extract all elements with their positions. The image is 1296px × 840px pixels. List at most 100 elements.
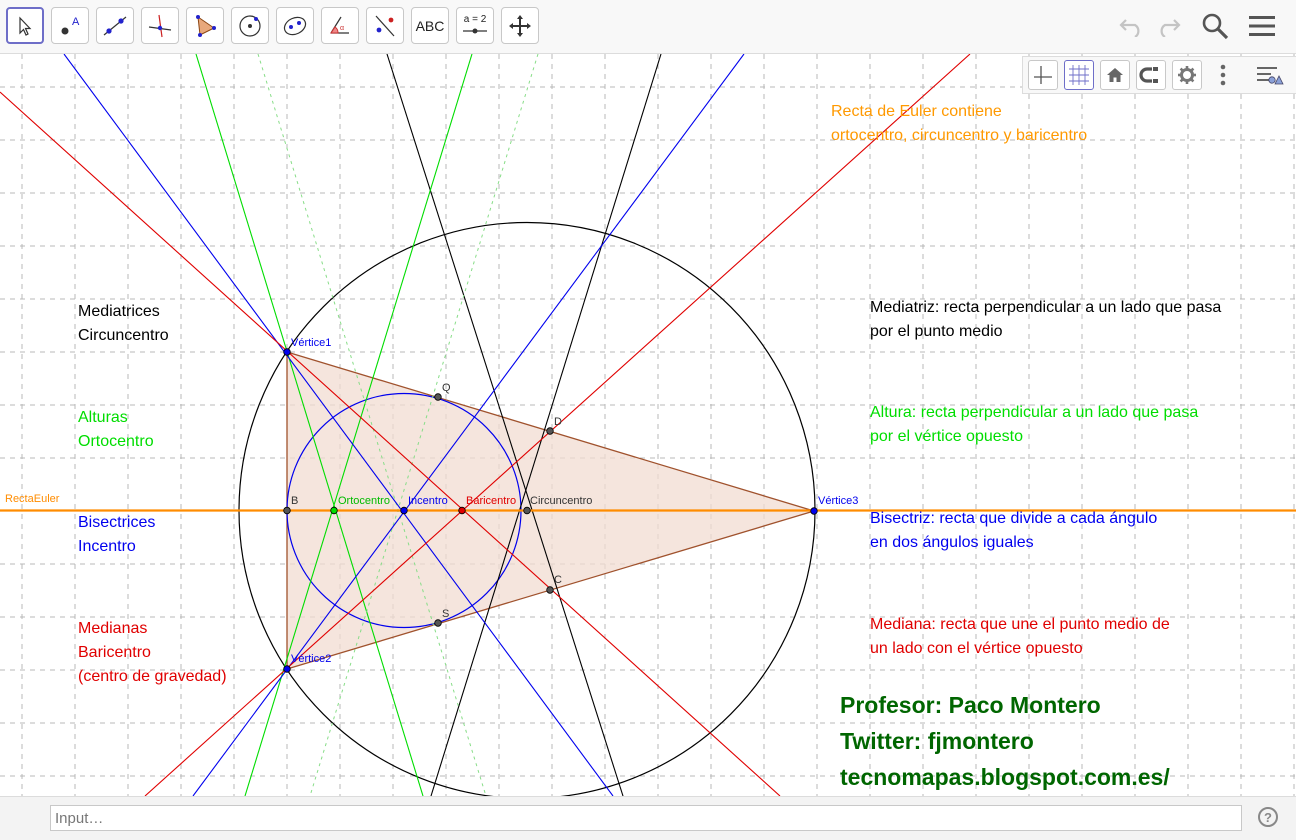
euler-note-line1: Recta de Euler contiene	[831, 103, 1002, 120]
label-b: B	[291, 495, 298, 507]
label-circuncentro: Circuncentro	[530, 495, 592, 507]
main-menu-button[interactable]	[1244, 9, 1280, 43]
point-vertice1	[283, 348, 291, 356]
home-icon	[1107, 68, 1123, 82]
polygon-tool-button[interactable]	[186, 7, 224, 44]
axes-icon	[1034, 66, 1052, 84]
toolbar: A α ABC a = 2	[0, 0, 1296, 54]
settings-button[interactable]	[1172, 60, 1202, 90]
label-q: Q	[442, 382, 451, 394]
input-bar: ?	[0, 796, 1296, 840]
mediatrices-title: Mediatrices	[78, 303, 160, 320]
bisectrices-title: Bisectrices	[78, 514, 156, 531]
incentro-title: Incentro	[78, 538, 136, 555]
mediatriz-definition-line2: por el punto medio	[870, 323, 1003, 340]
point-vertice3	[810, 507, 818, 515]
credit-professor: Profesor: Paco Montero	[840, 692, 1101, 718]
perpendicular-line-icon	[148, 14, 172, 37]
gear-icon	[1178, 66, 1196, 84]
point-circuncentro	[523, 506, 531, 515]
ellipse-tool-button[interactable]	[276, 7, 314, 44]
undo-button[interactable]	[1114, 9, 1150, 43]
point-ortocentro	[330, 506, 338, 515]
angle-tool-button[interactable]: α	[321, 7, 359, 44]
undo-icon	[1119, 19, 1140, 37]
altura-definition-line2: por el vértice opuesto	[870, 428, 1023, 445]
centro-gravedad-title: (centro de gravedad)	[78, 668, 227, 685]
point-d	[546, 427, 554, 435]
slider-tool-button[interactable]: a = 2	[456, 7, 494, 44]
graphics-view[interactable]: Vértice1 Vértice2 Vértice3 B D C Q S Ort…	[0, 54, 1296, 796]
hamburger-menu-icon	[1249, 16, 1275, 36]
credit-blog: tecnomapas.blogspot.com.es/	[840, 764, 1170, 790]
point-b	[283, 506, 291, 515]
search-button[interactable]	[1197, 9, 1233, 43]
graphics-style-bar	[1022, 56, 1296, 94]
line-icon	[103, 16, 127, 35]
point-capturing-button[interactable]	[1136, 60, 1166, 90]
label-vertice1: Vértice1	[291, 337, 331, 349]
euler-note-line2: ortocentro, circuncentro y baricentro	[831, 127, 1088, 144]
reflect-tool-button[interactable]	[366, 7, 404, 44]
magnet-icon	[1139, 67, 1158, 83]
move-arrows-icon	[509, 14, 531, 37]
help-button[interactable]: ?	[1258, 807, 1278, 827]
circle-tool-button[interactable]	[231, 7, 269, 44]
circle-icon	[239, 14, 261, 37]
point-icon: A	[61, 16, 80, 34]
label-vertice3: Vértice3	[818, 495, 858, 507]
algebra-input[interactable]	[50, 805, 1242, 831]
line-tool-button[interactable]	[96, 7, 134, 44]
bisectriz-definition-line2: en dos ángulos iguales	[870, 534, 1034, 551]
slider-tool-label: a = 2	[463, 14, 487, 25]
label-baricentro: Baricentro	[466, 495, 516, 507]
text-tool-label: ABC	[415, 17, 445, 34]
redo-button[interactable]	[1150, 9, 1186, 43]
bisectriz-definition-line1: Bisectriz: recta que divide a cada ángul…	[870, 510, 1158, 527]
baricentro-title: Baricentro	[78, 644, 151, 661]
credit-twitter: Twitter: fjmontero	[840, 728, 1034, 754]
altura-definition-line1: Altura: recta perpendicular a un lado qu…	[870, 404, 1199, 421]
polygon-icon	[196, 14, 216, 37]
style-bar-toggle-icon	[1257, 67, 1284, 85]
point-incentro	[400, 506, 408, 515]
mediatriz-definition-line1: Mediatriz: recta perpendicular a un lado…	[870, 299, 1222, 316]
redo-icon	[1160, 19, 1181, 37]
help-icon: ?	[1264, 809, 1272, 825]
label-vertice2: Vértice2	[291, 653, 331, 665]
ellipse-icon	[283, 16, 307, 35]
point-q	[434, 393, 442, 401]
label-recta-euler: RectaEuler	[5, 493, 60, 505]
more-options-button[interactable]	[1208, 60, 1238, 90]
text-tool-button[interactable]: ABC	[411, 7, 449, 44]
point-baricentro	[458, 506, 466, 515]
search-icon	[1202, 13, 1229, 40]
grid-icon	[1069, 65, 1089, 85]
label-ortocentro: Ortocentro	[338, 495, 390, 507]
point-c	[546, 586, 554, 594]
angle-icon: α	[330, 16, 349, 34]
circuncentro-title: Circuncentro	[78, 327, 169, 344]
show-grid-button[interactable]	[1064, 60, 1094, 90]
point-s	[434, 619, 442, 627]
vertical-dots-icon	[1220, 64, 1226, 86]
alturas-title: Alturas	[78, 409, 128, 426]
show-axes-button[interactable]	[1028, 60, 1058, 90]
point-vertice2	[283, 665, 291, 673]
mediana-definition-line1: Mediana: recta que une el punto medio de	[870, 616, 1170, 633]
toggle-style-bar-button[interactable]	[1255, 60, 1285, 90]
svg-text:A: A	[72, 16, 80, 28]
perpendicular-line-tool-button[interactable]	[141, 7, 179, 44]
label-c: C	[554, 574, 562, 586]
point-tool-button[interactable]: A	[51, 7, 89, 44]
label-incentro: Incentro	[408, 495, 448, 507]
arrow-cursor-icon	[19, 16, 32, 36]
move-graphics-tool-button[interactable]	[501, 7, 539, 44]
ortocentro-title: Ortocentro	[78, 433, 154, 450]
label-s: S	[442, 608, 449, 620]
label-d: D	[554, 416, 562, 428]
svg-text:α: α	[340, 25, 344, 32]
move-tool-button[interactable]	[6, 7, 44, 44]
medianas-title: Medianas	[78, 620, 148, 637]
standard-view-button[interactable]	[1100, 60, 1130, 90]
